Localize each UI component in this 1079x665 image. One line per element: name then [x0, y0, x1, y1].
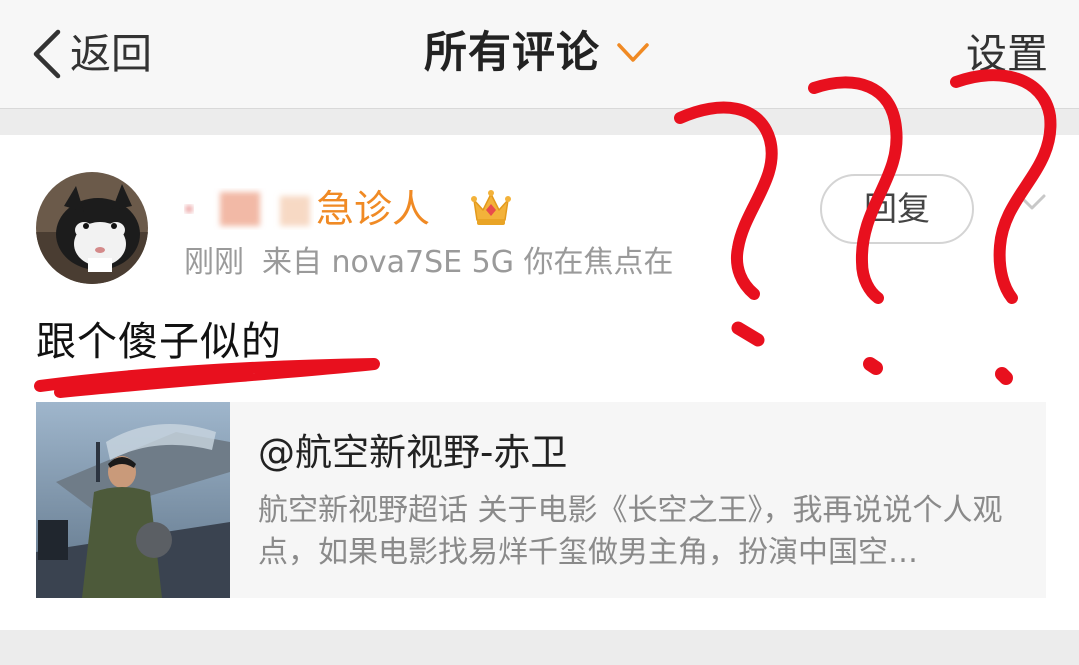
reply-button[interactable]: 回复 [820, 174, 974, 244]
chevron-left-icon [33, 29, 61, 79]
section-divider [0, 630, 1079, 665]
nav-bar: 返回 所有评论 设置 [0, 0, 1079, 109]
username-redacted [180, 188, 314, 230]
chevron-down-icon [1018, 194, 1046, 210]
post-thumbnail [36, 402, 230, 598]
comment-text: 跟个傻子似的 [36, 319, 282, 365]
comment-meta: 刚刚 来自 nova7SE 5G 你在焦点在 [184, 242, 674, 284]
settings-button[interactable]: 设置 [966, 26, 1048, 82]
question-mark-1 [674, 101, 778, 300]
comment-time: 刚刚 [184, 245, 244, 280]
post-author[interactable]: @航空新视野-赤卫 [258, 428, 567, 478]
page-title: 所有评论 [424, 28, 600, 78]
back-label: 返回 [70, 30, 152, 78]
back-button[interactable]: 返回 [28, 26, 152, 82]
username[interactable]: 急诊人 [316, 183, 430, 235]
avatar[interactable] [36, 172, 148, 284]
shared-post-card[interactable]: @航空新视野-赤卫 航空新视野超话 关于电影《长空之王》，我再说说个人观点，如果… [36, 402, 1046, 598]
crown-icon [470, 188, 512, 228]
section-divider [0, 109, 1079, 135]
post-excerpt: 航空新视野超话 关于电影《长空之王》，我再说说个人观点，如果电影找易烊千玺做男主… [258, 493, 1003, 570]
chevron-down-icon [617, 43, 649, 62]
comment-filter-dropdown[interactable]: 所有评论 [424, 22, 650, 84]
comment-source[interactable]: 来自 nova7SE 5G 你在焦点在 [262, 245, 674, 280]
more-options-button[interactable] [1010, 180, 1054, 224]
